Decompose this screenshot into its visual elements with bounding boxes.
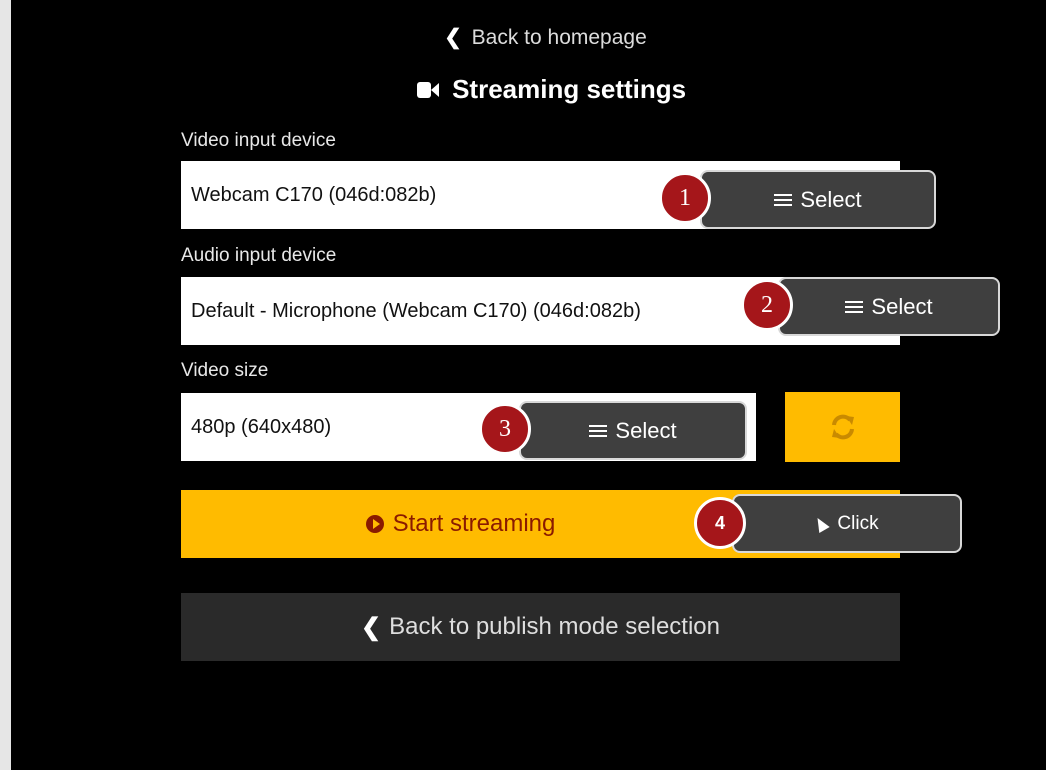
back-to-homepage-link[interactable]: ❮ Back to homepage: [11, 25, 1046, 50]
hamburger-icon: [774, 193, 793, 206]
chevron-left-icon: ❮: [361, 613, 382, 641]
video-camera-icon: [416, 81, 439, 99]
step-badge-2: 2: [741, 279, 793, 331]
refresh-icon: [831, 414, 854, 440]
back-to-publish-mode-button[interactable]: ❮ Back to publish mode selection: [181, 593, 900, 661]
audio-input-select-button[interactable]: Select: [778, 277, 1000, 336]
play-circle-icon: [365, 515, 384, 533]
select-label: Select: [871, 293, 933, 319]
video-size-value: 480p (640x480): [191, 415, 332, 438]
mouse-pointer-icon: [812, 514, 831, 533]
hamburger-icon: [589, 424, 608, 437]
step-badge-4: 4: [694, 497, 746, 549]
video-size-label: Video size: [181, 360, 269, 381]
back-to-homepage-label: Back to homepage: [471, 26, 647, 49]
refresh-devices-button[interactable]: [785, 392, 900, 462]
audio-input-label: Audio input device: [181, 245, 337, 266]
video-input-label: Video input device: [181, 130, 336, 151]
click-label: Click: [837, 512, 879, 534]
streaming-settings-panel: ❮ Back to homepage Streaming settings Vi…: [11, 0, 1046, 770]
select-label: Select: [615, 417, 677, 443]
page-title: Streaming settings: [11, 74, 1046, 105]
video-input-value: Webcam C170 (046d:082b): [191, 183, 437, 206]
start-streaming-label: Start streaming: [392, 510, 556, 537]
chevron-left-icon: ❮: [444, 26, 462, 49]
page-title-text: Streaming settings: [452, 74, 687, 104]
video-size-select-button[interactable]: Select: [519, 401, 747, 460]
hamburger-icon: [845, 300, 864, 313]
back-to-publish-label: Back to publish mode selection: [389, 613, 720, 640]
click-callout: Click: [732, 494, 962, 553]
select-label: Select: [800, 186, 862, 212]
step-badge-1: 1: [659, 172, 711, 224]
video-input-select-button[interactable]: Select: [700, 170, 936, 229]
audio-input-value: Default - Microphone (Webcam C170) (046d…: [191, 299, 641, 322]
step-badge-3: 3: [479, 403, 531, 455]
